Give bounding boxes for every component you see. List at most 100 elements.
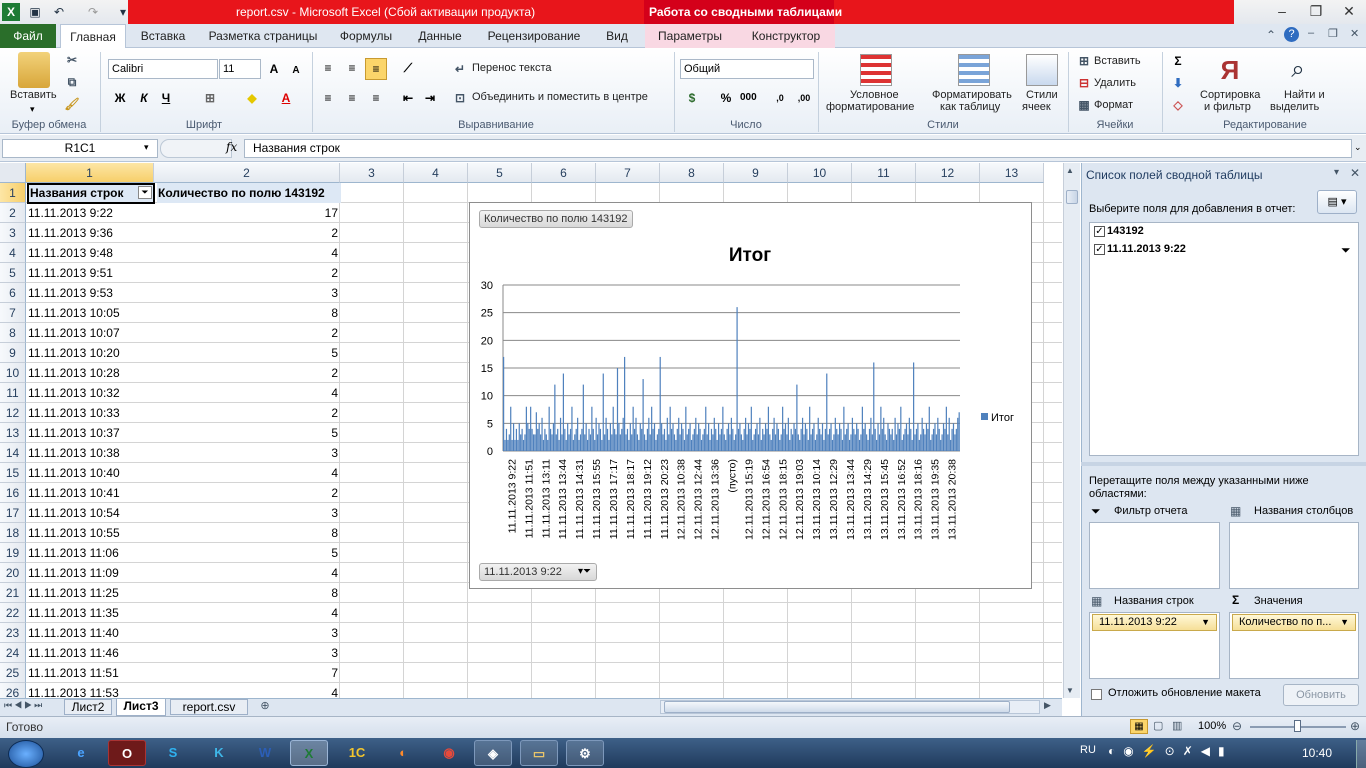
chart-axis-filter-icon[interactable]: ▾⏷: [578, 566, 591, 577]
column-header-12[interactable]: 12: [916, 163, 980, 183]
row-header[interactable]: 10: [0, 363, 26, 383]
row-header[interactable]: 13: [0, 423, 26, 443]
show-desktop-button[interactable]: [1356, 740, 1366, 768]
row-header[interactable]: 4: [0, 243, 26, 263]
row-header[interactable]: 7: [0, 303, 26, 323]
row-label-cell[interactable]: 11.11.2013 11:46: [28, 643, 154, 663]
customize-toolbar-icon[interactable]: ▾: [114, 3, 132, 21]
row-label-cell[interactable]: 11.11.2013 11:35: [28, 603, 154, 623]
row-label-cell[interactable]: 11.11.2013 9:22: [28, 203, 154, 223]
field-label-date[interactable]: 11.11.2013 9:22: [1107, 243, 1186, 255]
column-header-6[interactable]: 6: [532, 163, 596, 183]
value-cell[interactable]: 3: [156, 443, 340, 463]
row-header[interactable]: 21: [0, 583, 26, 603]
app-window-icon[interactable]: ◈: [474, 740, 512, 766]
value-cell[interactable]: 2: [156, 363, 340, 383]
new-sheet-icon[interactable]: ⊕: [254, 699, 276, 715]
row-label-cell[interactable]: 11.11.2013 10:54: [28, 503, 154, 523]
redo-icon[interactable]: ↷: [84, 3, 102, 21]
opera-icon[interactable]: O: [108, 740, 146, 766]
page-layout-view-icon[interactable]: ▢: [1153, 719, 1163, 732]
find-select-line2[interactable]: выделить: [1270, 101, 1319, 113]
scroll-up-icon[interactable]: ▲: [1066, 166, 1074, 175]
borders-icon[interactable]: ⊞: [202, 90, 218, 106]
sheet-tab-report[interactable]: report.csv: [170, 699, 248, 715]
row-label-cell[interactable]: 11.11.2013 10:41: [28, 483, 154, 503]
chrome-icon[interactable]: ◉: [430, 740, 468, 766]
format-cells-icon[interactable]: ▦: [1076, 97, 1092, 113]
pivot-pane-close-icon[interactable]: ✕: [1350, 166, 1360, 180]
autosum-icon[interactable]: Σ: [1170, 53, 1186, 69]
increase-indent-icon[interactable]: ⇥: [422, 90, 438, 106]
merge-center-icon[interactable]: ⊡: [452, 90, 468, 106]
row-label-cell[interactable]: 11.11.2013 10:37: [28, 423, 154, 443]
row-header[interactable]: 6: [0, 283, 26, 303]
name-box-dropdown-icon[interactable]: ▾: [144, 142, 149, 153]
currency-icon[interactable]: $: [684, 90, 700, 106]
wrap-text-button[interactable]: Перенос текста: [472, 62, 552, 74]
pivot-pane-dropdown-icon[interactable]: ▾: [1334, 167, 1339, 178]
format-painter-icon[interactable]: 🖌: [64, 96, 80, 112]
help-icon[interactable]: ?: [1284, 27, 1299, 42]
tab-insert[interactable]: Вставка: [130, 24, 196, 48]
field-checkbox-143192[interactable]: ✓: [1094, 226, 1105, 237]
copy-icon[interactable]: ⧉: [64, 74, 80, 90]
row-label-cell[interactable]: 11.11.2013 10:07: [28, 323, 154, 343]
row-header[interactable]: 16: [0, 483, 26, 503]
align-top-icon[interactable]: ≡: [320, 60, 336, 76]
clear-icon[interactable]: ◇: [1170, 97, 1186, 113]
cell-values-header[interactable]: Количество по полю 143192: [157, 183, 341, 203]
value-cell[interactable]: 2: [156, 323, 340, 343]
zoom-out-icon[interactable]: ⊖: [1232, 719, 1242, 733]
insert-cells-icon[interactable]: ⊞: [1076, 53, 1092, 69]
row-header[interactable]: 8: [0, 323, 26, 343]
row-label-cell[interactable]: 11.11.2013 11:09: [28, 563, 154, 583]
insert-function-button[interactable]: fx: [226, 140, 237, 154]
column-header-10[interactable]: 10: [788, 163, 852, 183]
row-header[interactable]: 23: [0, 623, 26, 643]
excel-logo-icon[interactable]: X: [2, 3, 20, 21]
name-box[interactable]: R1C1: [2, 139, 158, 158]
conditional-formatting-line2[interactable]: форматирование: [826, 101, 914, 113]
row-header[interactable]: 3: [0, 223, 26, 243]
excel-taskbar-icon[interactable]: X: [290, 740, 328, 766]
row-header[interactable]: 18: [0, 523, 26, 543]
align-bottom-icon[interactable]: ≡: [365, 58, 387, 80]
update-button[interactable]: Обновить: [1283, 684, 1359, 706]
cut-icon[interactable]: ✂: [64, 52, 80, 68]
undo-icon[interactable]: ↶: [50, 3, 68, 21]
column-header-11[interactable]: 11: [852, 163, 916, 183]
wb-minimize-icon[interactable]: –: [1308, 27, 1314, 39]
value-cell[interactable]: 2: [156, 403, 340, 423]
paste-button[interactable]: Вставить: [10, 89, 57, 101]
tab-home[interactable]: Главная: [60, 24, 126, 49]
merge-center-button[interactable]: Объединить и поместить в центре: [472, 91, 648, 103]
normal-view-icon[interactable]: ▦: [1130, 719, 1148, 734]
field-filter-icon[interactable]: ⏷: [1341, 243, 1351, 258]
format-as-table-line2[interactable]: как таблицу: [940, 101, 1000, 113]
column-header-8[interactable]: 8: [660, 163, 724, 183]
column-header-13[interactable]: 13: [980, 163, 1044, 183]
row-header[interactable]: 25: [0, 663, 26, 683]
zoom-in-icon[interactable]: ⊕: [1350, 719, 1360, 733]
increase-decimal-icon[interactable]: ,0: [772, 90, 788, 106]
underline-button[interactable]: Ч: [158, 90, 174, 106]
value-cell[interactable]: 4: [156, 563, 340, 583]
zoom-level[interactable]: 100%: [1198, 720, 1226, 732]
format-cells-button[interactable]: Формат: [1094, 99, 1133, 111]
row-label-cell[interactable]: 11.11.2013 10:55: [28, 523, 154, 543]
horizontal-scrollbar-thumb[interactable]: [664, 701, 1010, 713]
scroll-down-icon[interactable]: ▼: [1066, 686, 1074, 695]
value-cell[interactable]: 8: [156, 583, 340, 603]
align-middle-icon[interactable]: ≡: [344, 60, 360, 76]
cell-row-labels-header[interactable]: Названия строк: [27, 183, 155, 204]
fill-icon[interactable]: ⬇: [1170, 75, 1186, 91]
row-header[interactable]: 12: [0, 403, 26, 423]
vertical-scrollbar-thumb[interactable]: [1066, 190, 1078, 204]
value-cell[interactable]: 4: [156, 603, 340, 623]
row-label-cell[interactable]: 11.11.2013 10:38: [28, 443, 154, 463]
value-cell[interactable]: 2: [156, 483, 340, 503]
row-label-cell[interactable]: 11.11.2013 10:40: [28, 463, 154, 483]
word-icon[interactable]: W: [246, 740, 284, 766]
row-header[interactable]: 20: [0, 563, 26, 583]
